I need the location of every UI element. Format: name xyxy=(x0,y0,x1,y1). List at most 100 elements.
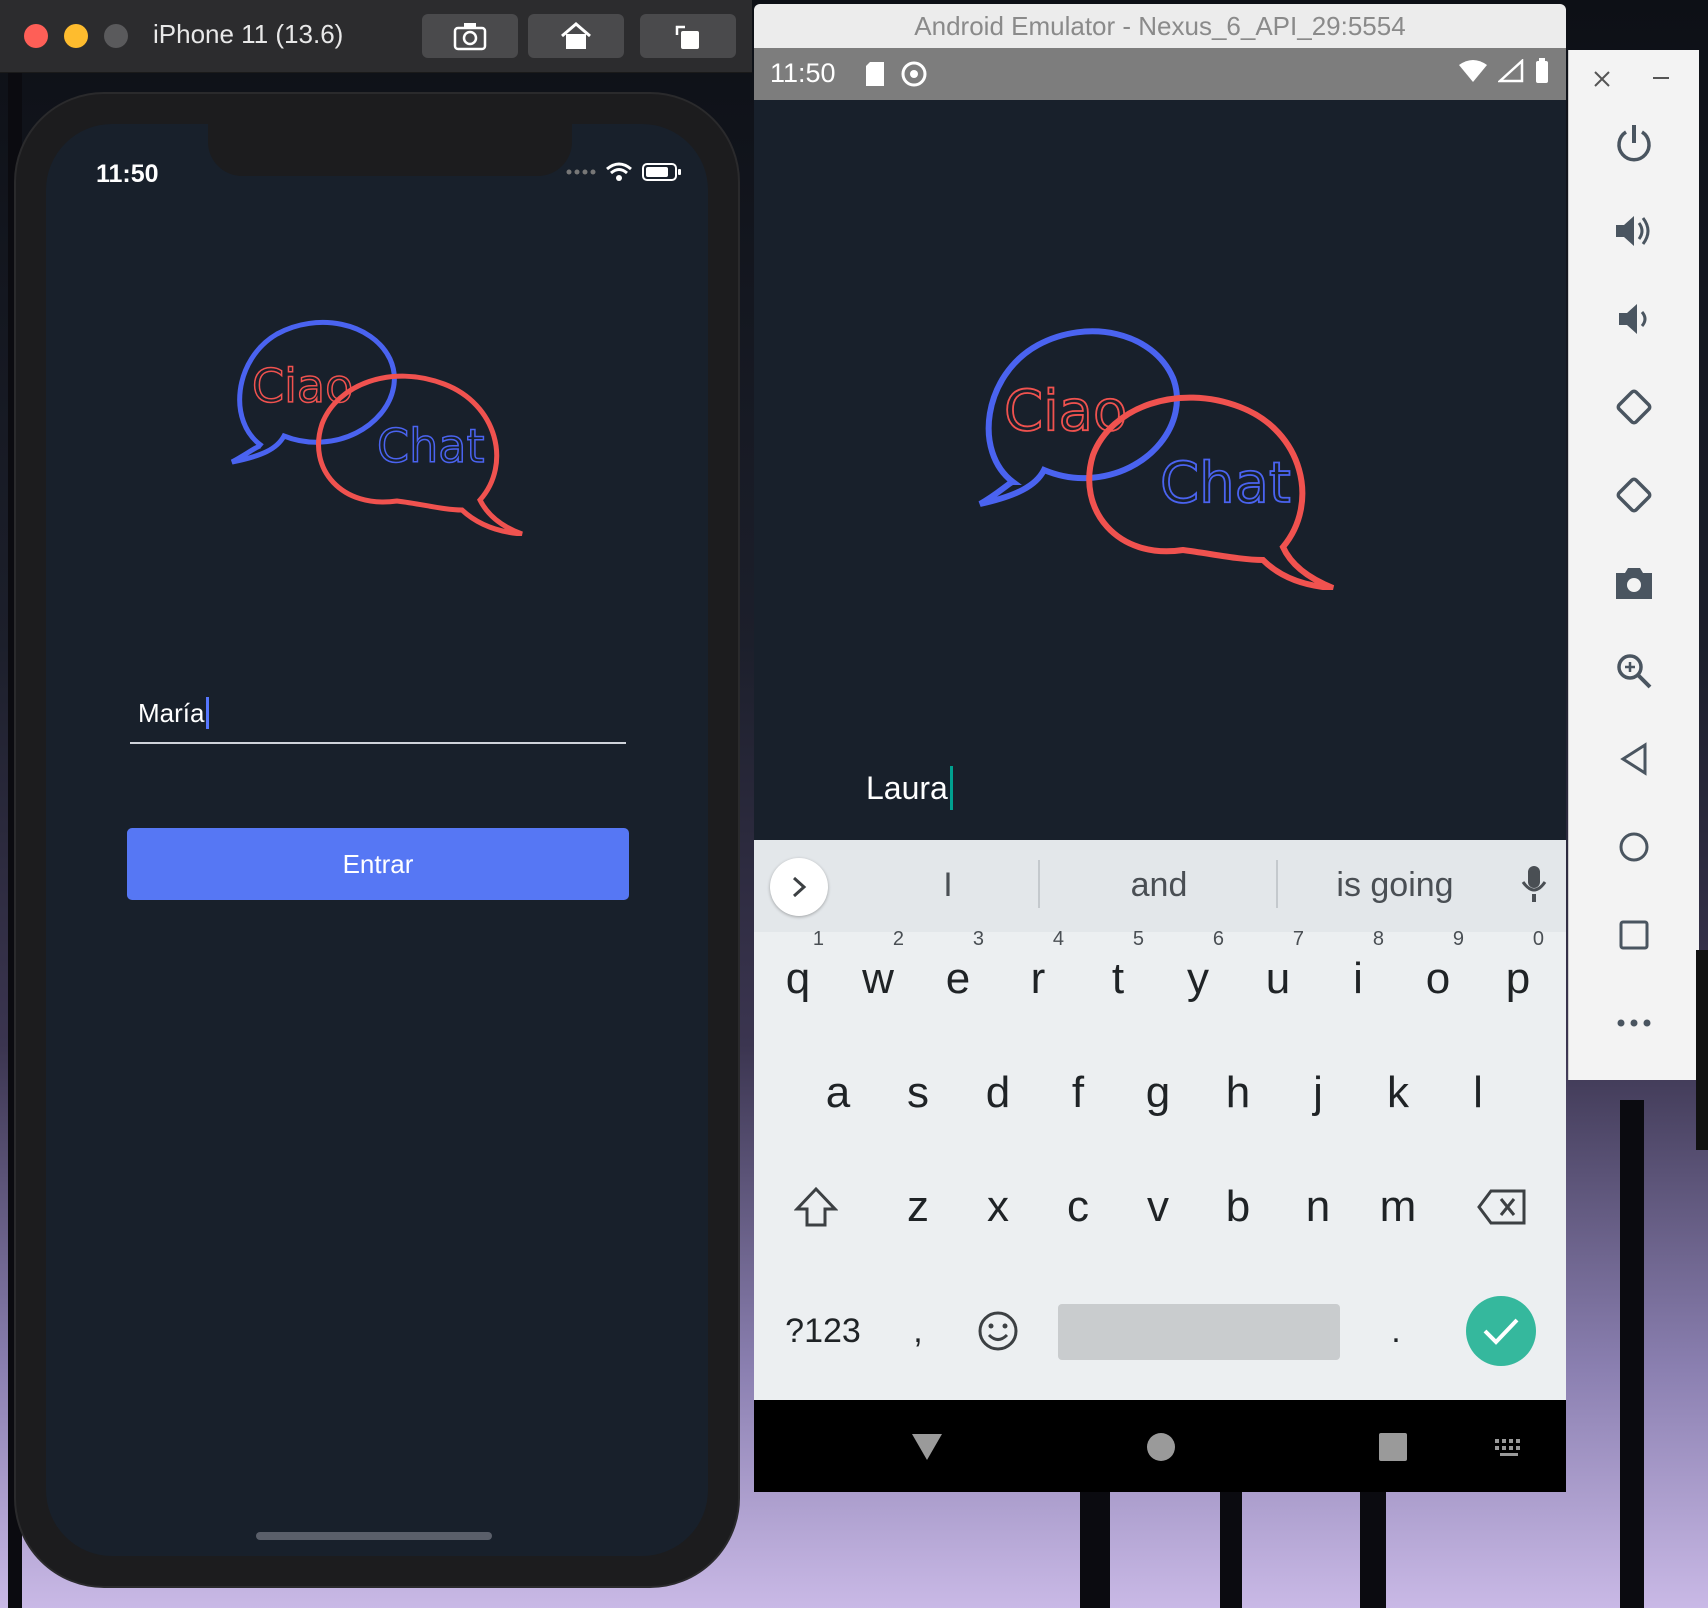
suggestion-divider xyxy=(1276,860,1278,908)
key-e[interactable]: e3 xyxy=(922,928,994,1024)
close-window-button[interactable] xyxy=(24,24,48,48)
expand-suggestions-button[interactable] xyxy=(770,858,828,916)
rotate-left-button[interactable] xyxy=(1607,380,1661,434)
home-circle-icon[interactable] xyxy=(1146,1432,1176,1462)
android-emulator-window: Android Emulator - Nexus_6_API_29:5554 1… xyxy=(754,4,1566,1492)
rotate-icon xyxy=(675,25,699,49)
power-button[interactable] xyxy=(1607,116,1661,170)
rotate-right-button[interactable] xyxy=(1607,468,1661,522)
key-c[interactable]: c xyxy=(1042,1162,1114,1252)
spacebar[interactable] xyxy=(1058,1304,1340,1360)
key-p[interactable]: p0 xyxy=(1482,928,1554,1024)
mic-button[interactable] xyxy=(1520,864,1548,909)
more-icon xyxy=(1617,1019,1651,1027)
rotate-left-icon xyxy=(1616,389,1652,425)
android-system-icons xyxy=(1458,58,1550,84)
name-input[interactable]: Laura xyxy=(866,766,953,810)
keyboard-switch-icon[interactable] xyxy=(1494,1438,1526,1458)
android-navigation-bar xyxy=(754,1400,1566,1492)
home-icon xyxy=(1619,832,1649,862)
background-tree xyxy=(1080,1480,1110,1608)
ios-status-icons xyxy=(566,162,682,182)
key-s[interactable]: s xyxy=(882,1048,954,1138)
minimize-window-button[interactable] xyxy=(64,24,88,48)
iphone-screen: 11:50 Ciao Chat María Entrar xyxy=(46,124,708,1556)
chevron-right-icon xyxy=(792,876,807,898)
backspace-key[interactable] xyxy=(1466,1162,1538,1252)
name-input[interactable]: María xyxy=(130,684,626,744)
battery-icon xyxy=(642,163,681,181)
volume-up-button[interactable] xyxy=(1607,204,1661,258)
key-g[interactable]: g xyxy=(1122,1048,1194,1138)
key-q[interactable]: q1 xyxy=(762,928,834,1024)
enter-key[interactable] xyxy=(1466,1296,1536,1366)
close-icon[interactable] xyxy=(1593,70,1611,88)
ciao-chat-logo: Ciao Chat xyxy=(968,310,1350,591)
text-caret xyxy=(206,697,210,729)
key-h[interactable]: h xyxy=(1202,1048,1274,1138)
home-indicator[interactable] xyxy=(256,1532,492,1540)
rotate-button[interactable] xyxy=(640,14,736,58)
volume-down-button[interactable] xyxy=(1607,292,1661,346)
screenshot-button[interactable] xyxy=(1607,556,1661,610)
emoji-key[interactable] xyxy=(962,1286,1034,1376)
suggestion-1[interactable]: I xyxy=(880,866,1016,905)
key-t[interactable]: t5 xyxy=(1082,928,1154,1024)
iphone-device-frame: 11:50 Ciao Chat María Entrar xyxy=(14,92,740,1588)
wifi-icon xyxy=(1459,60,1487,82)
key-m[interactable]: m xyxy=(1362,1162,1434,1252)
symbols-key[interactable]: ?123 xyxy=(768,1286,878,1376)
home-button[interactable] xyxy=(528,14,624,58)
text-caret xyxy=(949,766,953,810)
key-j[interactable]: j xyxy=(1282,1048,1354,1138)
wifi-icon xyxy=(606,162,632,181)
comma-key[interactable]: , xyxy=(882,1286,954,1376)
key-n[interactable]: n xyxy=(1282,1162,1354,1252)
screenshot-button[interactable] xyxy=(422,14,518,58)
key-b[interactable]: b xyxy=(1202,1162,1274,1252)
key-o[interactable]: o9 xyxy=(1402,928,1474,1024)
key-v[interactable]: v xyxy=(1122,1162,1194,1252)
period-key[interactable]: . xyxy=(1360,1286,1432,1376)
key-u[interactable]: u7 xyxy=(1242,928,1314,1024)
zoom-button[interactable] xyxy=(1607,644,1661,698)
key-d[interactable]: d xyxy=(962,1048,1034,1138)
android-statusbar: 11:50 xyxy=(754,48,1566,100)
volume-down-icon xyxy=(1619,304,1647,334)
home-button[interactable] xyxy=(1607,820,1661,874)
key-r[interactable]: r4 xyxy=(1002,928,1074,1024)
key-l[interactable]: l xyxy=(1442,1048,1514,1138)
rotate-right-icon xyxy=(1616,477,1652,513)
signal-dots-icon xyxy=(566,169,596,175)
iphone-notch xyxy=(208,124,572,176)
key-f[interactable]: f xyxy=(1042,1048,1114,1138)
key-z[interactable]: z xyxy=(882,1162,954,1252)
shift-key[interactable] xyxy=(780,1162,852,1252)
battery-icon xyxy=(1536,58,1548,83)
enter-button[interactable]: Entrar xyxy=(127,828,629,900)
minimize-icon[interactable] xyxy=(1653,76,1669,80)
more-button[interactable] xyxy=(1607,996,1661,1050)
soft-keyboard: I and is going q1 w2 e3 r4 t5 y6 u7 i8 o… xyxy=(754,840,1566,1400)
zoom-icon xyxy=(1617,654,1652,689)
ios-simulator-title: iPhone 11 (13.6) xyxy=(153,19,344,49)
android-emulator-title: Android Emulator - Nexus_6_API_29:5554 xyxy=(754,4,1566,48)
recents-square-icon[interactable] xyxy=(1378,1432,1408,1462)
backspace-icon xyxy=(1477,1189,1526,1225)
key-y[interactable]: y6 xyxy=(1162,928,1234,1024)
key-i[interactable]: i8 xyxy=(1322,928,1394,1024)
terminal-window-fragment xyxy=(1696,950,1708,1150)
key-a[interactable]: a xyxy=(802,1048,874,1138)
volume-up-icon xyxy=(1616,216,1650,246)
camera-icon xyxy=(1616,568,1652,599)
key-x[interactable]: x xyxy=(962,1162,1034,1252)
key-k[interactable]: k xyxy=(1362,1048,1434,1138)
zoom-window-button[interactable] xyxy=(104,24,128,48)
back-button[interactable] xyxy=(1607,732,1661,786)
overview-button[interactable] xyxy=(1607,908,1661,962)
suggestion-2[interactable]: and xyxy=(1054,866,1264,905)
key-w[interactable]: w2 xyxy=(842,928,914,1024)
mic-icon xyxy=(1521,866,1547,902)
suggestion-3[interactable]: is going xyxy=(1290,866,1500,905)
back-triangle-icon[interactable] xyxy=(910,1432,944,1462)
